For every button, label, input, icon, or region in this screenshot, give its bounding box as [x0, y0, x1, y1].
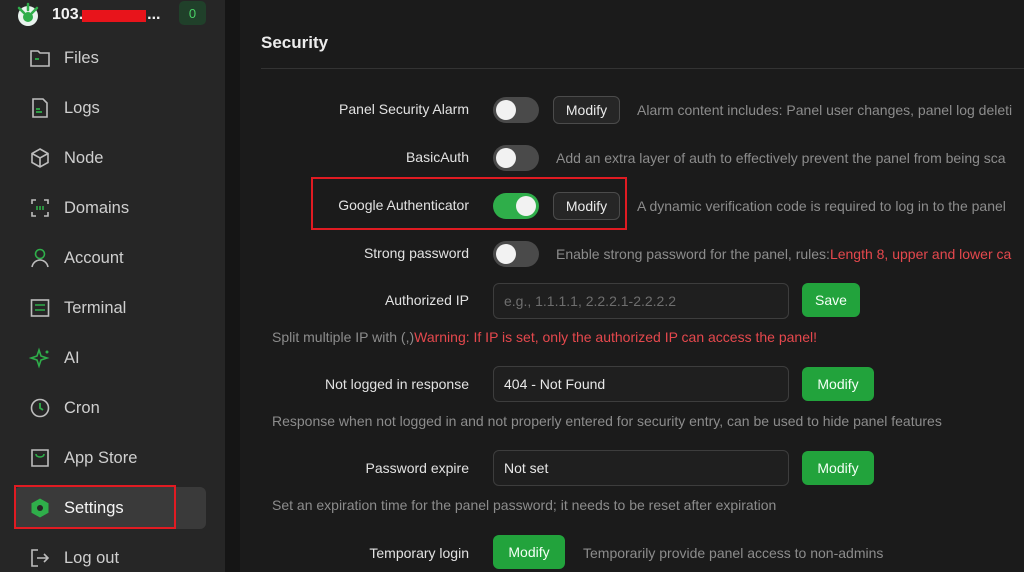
toggle-knob [496, 244, 516, 264]
temporary-login-modify-button[interactable]: Modify [493, 535, 565, 569]
sidebar-item-terminal[interactable]: Terminal [14, 287, 206, 329]
authorized-ip-help-text: Split multiple IP with (,) [272, 329, 415, 345]
toggle-knob [496, 148, 516, 168]
sidebar-item-node[interactable]: Node [14, 137, 206, 179]
authorized-ip-input[interactable]: e.g., 1.1.1.1, 2.2.2.1-2.2.2.2 [493, 283, 789, 319]
sidebar-item-domains[interactable]: Domains [14, 187, 206, 229]
strong-password-label: Strong password [363, 245, 469, 261]
clock-icon [28, 396, 52, 420]
domain-icon [28, 196, 52, 220]
authorized-ip-save-button[interactable]: Save [802, 283, 860, 317]
user-icon [28, 246, 52, 270]
cube-icon [28, 146, 52, 170]
basic-auth-description: Add an extra layer of auth to effectivel… [556, 150, 1006, 166]
password-expire-modify-button[interactable]: Modify [802, 451, 874, 485]
logout-icon [28, 546, 52, 570]
redaction-mark [82, 10, 146, 22]
sidebar-item-label: Account [64, 248, 124, 267]
authorized-ip-help: Split multiple IP with (,)Warning: If IP… [272, 329, 817, 345]
strong-password-desc-text: Enable strong password for the panel, ru… [556, 246, 830, 262]
sparkle-icon [28, 346, 52, 370]
sidebar-item-ai[interactable]: AI [14, 337, 206, 379]
google-auth-highlight-box [311, 177, 627, 230]
section-divider [261, 68, 1024, 69]
terminal-icon [28, 296, 52, 320]
server-host-suffix: ... [147, 6, 161, 23]
sidebar-item-label: Files [64, 48, 99, 67]
store-icon [28, 446, 52, 470]
notification-badge[interactable]: 0 [179, 1, 206, 25]
authorized-ip-warning: Warning: If IP is set, only the authoriz… [414, 329, 817, 345]
sidebar-item-label: Node [64, 148, 104, 167]
not-logged-response-modify-button[interactable]: Modify [802, 367, 874, 401]
sidebar-item-label: Logs [64, 98, 100, 117]
alarm-label: Panel Security Alarm [339, 101, 469, 117]
sidebar-item-app-store[interactable]: App Store [14, 437, 206, 479]
sidebar-item-log-out[interactable]: Log out [14, 537, 206, 572]
section-title: Security [261, 33, 329, 52]
google-auth-description: A dynamic verification code is required … [637, 198, 1006, 214]
log-file-icon [28, 96, 52, 120]
alarm-modify-button[interactable]: Modify [553, 96, 620, 124]
sidebar-item-cron[interactable]: Cron [14, 387, 206, 429]
sidebar: 103.... 0 Files Logs Node Domains Accoun… [0, 0, 225, 572]
password-expire-help: Set an expiration time for the panel pas… [272, 497, 777, 513]
not-logged-response-help: Response when not logged in and not prop… [272, 413, 942, 429]
sidebar-item-files[interactable]: Files [14, 37, 206, 79]
strong-password-description: Enable strong password for the panel, ru… [556, 246, 1011, 262]
server-host-prefix: 103. [52, 6, 84, 23]
sidebar-gutter [225, 0, 240, 572]
alarm-description: Alarm content includes: Panel user chang… [637, 102, 1013, 118]
server-host-label: 103.... [52, 6, 160, 24]
strong-password-rules: Length 8, upper and lower ca [829, 246, 1012, 262]
temporary-login-label: Temporary login [369, 545, 469, 561]
password-expire-label: Password expire [365, 460, 470, 476]
not-logged-response-label: Not logged in response [325, 376, 469, 392]
sidebar-item-label: App Store [64, 448, 138, 467]
basic-auth-label: BasicAuth [405, 149, 469, 165]
sidebar-item-label: Cron [64, 398, 100, 417]
strong-password-toggle[interactable] [493, 241, 539, 267]
sidebar-item-label: Domains [64, 198, 130, 217]
settings-highlight-box [14, 485, 176, 529]
sidebar-item-account[interactable]: Account [14, 237, 206, 279]
not-logged-response-select[interactable]: 404 - Not Found [493, 366, 789, 402]
sidebar-item-label: Terminal [64, 298, 127, 317]
alarm-toggle[interactable] [493, 97, 539, 123]
sidebar-item-logs[interactable]: Logs [14, 87, 206, 129]
temporary-login-description: Temporarily provide panel access to non-… [583, 545, 884, 561]
folder-icon [28, 46, 52, 70]
sidebar-item-label: Log out [64, 548, 120, 567]
server-logo-icon [14, 1, 42, 29]
sidebar-item-label: AI [64, 348, 80, 367]
password-expire-field[interactable]: Not set [493, 450, 789, 486]
toggle-knob [496, 100, 516, 120]
server-header[interactable]: 103.... [14, 2, 160, 28]
authorized-ip-label: Authorized IP [384, 292, 469, 308]
basic-auth-toggle[interactable] [493, 145, 539, 171]
